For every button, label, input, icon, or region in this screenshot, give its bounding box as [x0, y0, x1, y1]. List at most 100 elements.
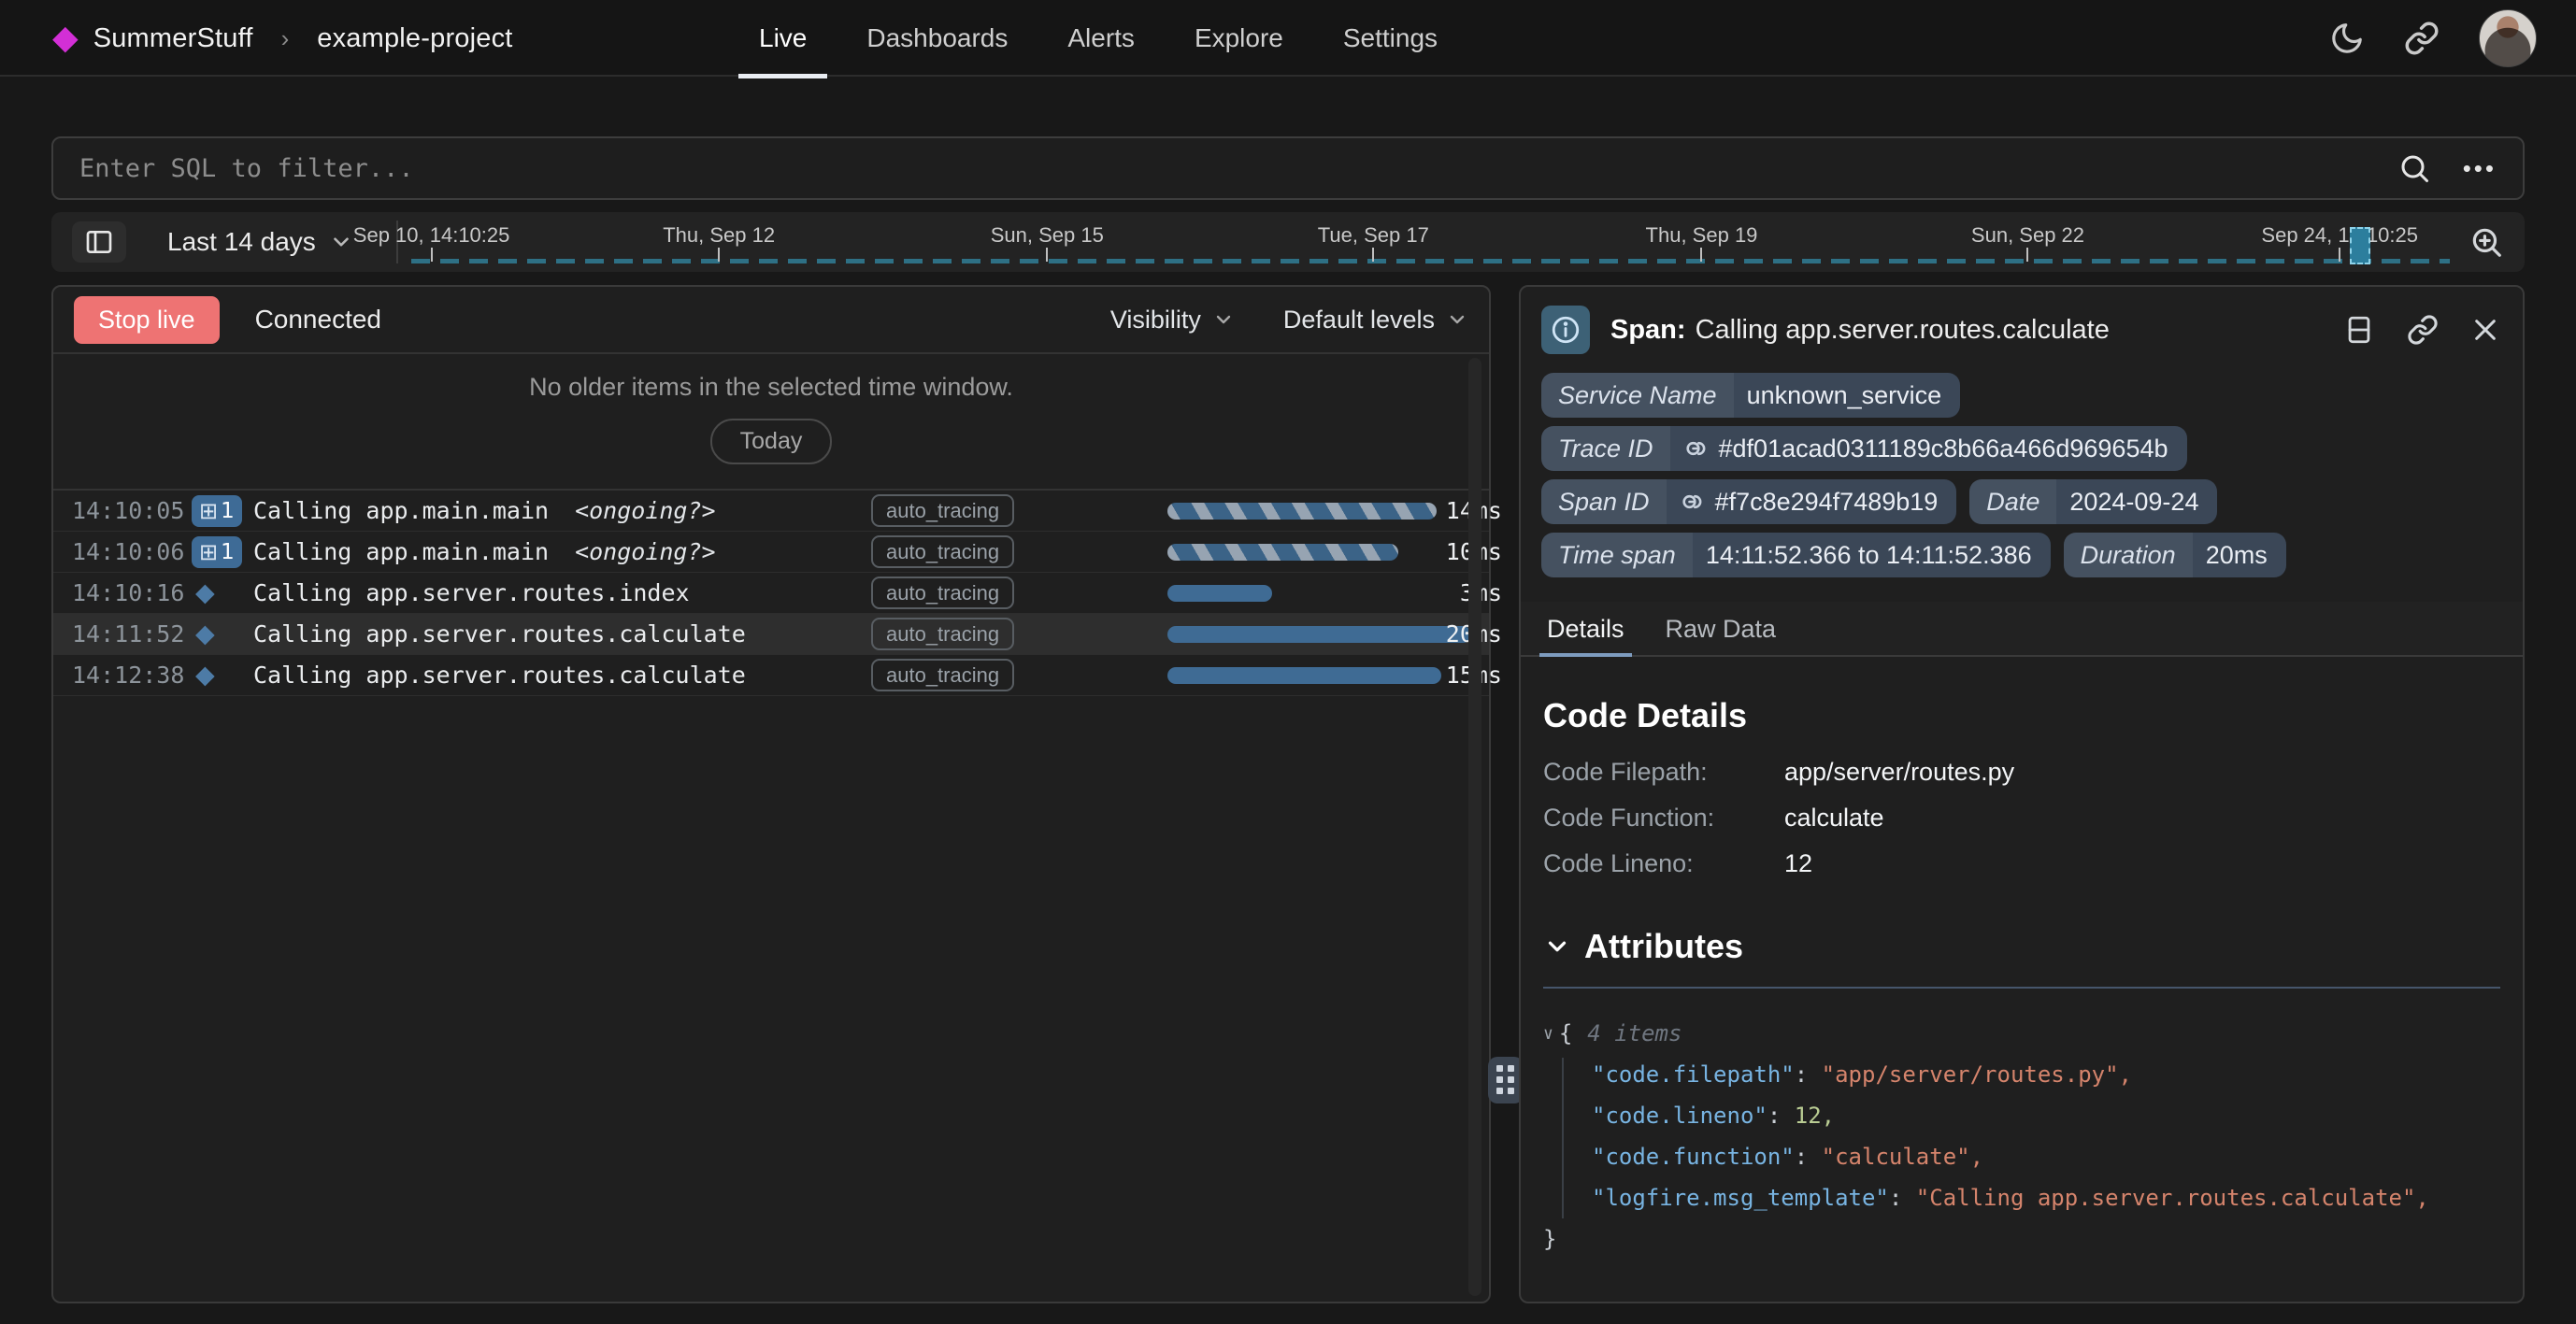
span-title-prefix: Span: [1610, 315, 1686, 345]
expand-children-icon[interactable]: ⊞1 [192, 536, 242, 568]
row-ongoing-flag: <ongoing?> [575, 538, 716, 565]
row-tag[interactable]: auto_tracing [871, 618, 1014, 650]
json-entry: "logfire.msg_template": "Calling app.ser… [1543, 1177, 2500, 1218]
sidebar-toggle-icon[interactable] [72, 221, 126, 263]
trace-list: 14:10:05 ⊞1 Calling app.main.main <ongoi… [53, 491, 1489, 696]
row-message: Calling app.main.main [253, 538, 549, 565]
time-span-badge: Time span 14:11:52.366 to 14:11:52.386 [1541, 533, 2051, 577]
trace-id-badge[interactable]: Trace ID #df01acad0311189c8b66a466d96965… [1541, 426, 2187, 471]
nav-actions [2329, 0, 2537, 77]
tab-dashboards[interactable]: Dashboards [866, 0, 1008, 77]
chevron-down-icon [1446, 308, 1468, 331]
chevron-down-icon [329, 230, 353, 254]
row-message: Calling app.main.main [253, 497, 549, 524]
json-entry: "code.function": "calculate", [1543, 1136, 2500, 1177]
breadcrumb-project[interactable]: example-project [317, 23, 512, 54]
row-timestamp: 14:11:52 [72, 620, 192, 648]
more-options-icon[interactable]: ••• [2463, 154, 2497, 183]
brand-logo-icon[interactable]: ◆ [52, 21, 79, 55]
stop-live-button[interactable]: Stop live [74, 296, 220, 344]
span-diamond-icon: ◆ [195, 661, 215, 690]
service-name-badge: Service Name unknown_service [1541, 373, 1960, 418]
expand-children-icon[interactable]: ⊞1 [192, 495, 242, 527]
date-badge: Date 2024-09-24 [1969, 479, 2217, 524]
row-timestamp: 14:10:16 [72, 579, 192, 606]
duration-bar [1167, 585, 1272, 602]
top-nav: ◆ SummerStuff › example-project Live Das… [0, 0, 2576, 77]
link-icon [1683, 435, 1710, 462]
row-timestamp: 14:10:05 [72, 497, 192, 524]
tab-settings[interactable]: Settings [1343, 0, 1438, 77]
chevron-down-icon [1543, 932, 1571, 961]
primary-tabs: Live Dashboards Alerts Explore Settings [759, 0, 1438, 77]
trace-row[interactable]: 14:12:38 ◆ Calling app.server.routes.cal… [53, 655, 1489, 696]
code-lineno-row: Code Lineno: 12 [1543, 849, 2500, 878]
time-range-dropdown[interactable]: Last 14 days [167, 227, 353, 257]
live-records-panel: Stop live Connected Visibility Default l… [51, 285, 1491, 1303]
span-diamond-icon: ◆ [195, 578, 215, 607]
split-view-icon[interactable] [2343, 314, 2375, 346]
span-detail-header: Span:Calling app.server.routes.calculate [1521, 287, 2523, 367]
attributes-divider [1543, 987, 2500, 989]
code-details-heading: Code Details [1543, 696, 2500, 735]
search-icon[interactable] [2397, 151, 2431, 185]
json-entry: "code.lineno": 12, [1543, 1095, 2500, 1136]
default-levels-dropdown[interactable]: Default levels [1283, 306, 1468, 335]
user-avatar[interactable] [2479, 9, 2537, 67]
trace-row[interactable]: 14:10:05 ⊞1 Calling app.main.main <ongoi… [53, 491, 1489, 532]
share-link-icon[interactable] [2404, 21, 2440, 56]
row-tag[interactable]: auto_tracing [871, 577, 1014, 609]
row-message: Calling app.server.routes.calculate [253, 620, 746, 648]
chevron-down-icon [1212, 308, 1235, 331]
json-entry: "code.filepath": "app/server/routes.py", [1543, 1054, 2500, 1095]
attributes-json-viewer: ∨{4 items "code.filepath": "app/server/r… [1543, 1013, 2500, 1260]
tab-alerts[interactable]: Alerts [1067, 0, 1135, 77]
attributes-section-toggle[interactable]: Attributes [1543, 927, 2500, 966]
span-id-badge[interactable]: Span ID #f7c8e294f7489b19 [1541, 479, 1956, 524]
tab-explore[interactable]: Explore [1195, 0, 1283, 77]
row-message: Calling app.server.routes.calculate [253, 662, 746, 689]
breadcrumb-org[interactable]: SummerStuff [93, 23, 253, 54]
json-indent-guide [1562, 1058, 1564, 1218]
sql-filter-input[interactable]: Enter SQL to filter... [79, 154, 2397, 183]
detail-tabs: Details Raw Data [1521, 602, 2523, 657]
tab-live[interactable]: Live [759, 0, 807, 77]
zoom-in-icon[interactable] [2469, 224, 2504, 260]
timeline-selection-spike[interactable] [2350, 227, 2370, 264]
live-panel-header: Stop live Connected Visibility Default l… [53, 287, 1489, 354]
row-tag[interactable]: auto_tracing [871, 659, 1014, 691]
dark-mode-moon-icon[interactable] [2329, 21, 2365, 56]
scrollbar-track[interactable] [1468, 358, 1481, 1296]
json-open-line[interactable]: ∨{4 items [1543, 1013, 2500, 1054]
row-tag[interactable]: auto_tracing [871, 535, 1014, 568]
json-close-line: } [1543, 1218, 2500, 1260]
empty-state: No older items in the selected time wind… [53, 354, 1489, 491]
trace-row-selected[interactable]: 14:11:52 ◆ Calling app.server.routes.cal… [53, 614, 1489, 655]
tab-raw-data[interactable]: Raw Data [1662, 602, 1781, 655]
close-icon[interactable] [2470, 315, 2500, 345]
duration-badge: Duration 20ms [2064, 533, 2286, 577]
span-detail-panel: Span:Calling app.server.routes.calculate… [1519, 285, 2525, 1303]
timeline-activity-dashes [411, 259, 2450, 263]
link-icon [1680, 489, 1706, 515]
span-title: Span:Calling app.server.routes.calculate [1610, 315, 2110, 346]
empty-state-message: No older items in the selected time wind… [53, 373, 1489, 402]
code-filepath-row: Code Filepath: app/server/routes.py [1543, 758, 2500, 787]
breadcrumb: ◆ SummerStuff › example-project [52, 0, 513, 77]
today-button[interactable]: Today [710, 419, 833, 464]
sql-filter-bar[interactable]: Enter SQL to filter... ••• [51, 136, 2525, 200]
row-tag[interactable]: auto_tracing [871, 494, 1014, 527]
copy-link-icon[interactable] [2407, 314, 2439, 346]
trace-row[interactable]: 14:10:06 ⊞1 Calling app.main.main <ongoi… [53, 532, 1489, 573]
visibility-dropdown[interactable]: Visibility [1110, 306, 1235, 335]
tab-details[interactable]: Details [1543, 602, 1628, 655]
timeline-bar: Last 14 days Sep 10, 14:10:25 Thu, Sep 1… [51, 212, 2525, 272]
timeline-plot[interactable]: Sep 10, 14:10:25 Thu, Sep 12 Sun, Sep 15… [411, 212, 2450, 272]
span-info-icon [1541, 306, 1590, 354]
row-timestamp: 14:12:38 [72, 662, 192, 689]
span-diamond-icon: ◆ [195, 619, 215, 648]
breadcrumb-separator: › [281, 24, 290, 53]
trace-row[interactable]: 14:10:16 ◆ Calling app.server.routes.ind… [53, 573, 1489, 614]
connection-status: Connected [255, 305, 381, 335]
span-metadata-badges: Service Name unknown_service Trace ID #d… [1521, 367, 2523, 577]
